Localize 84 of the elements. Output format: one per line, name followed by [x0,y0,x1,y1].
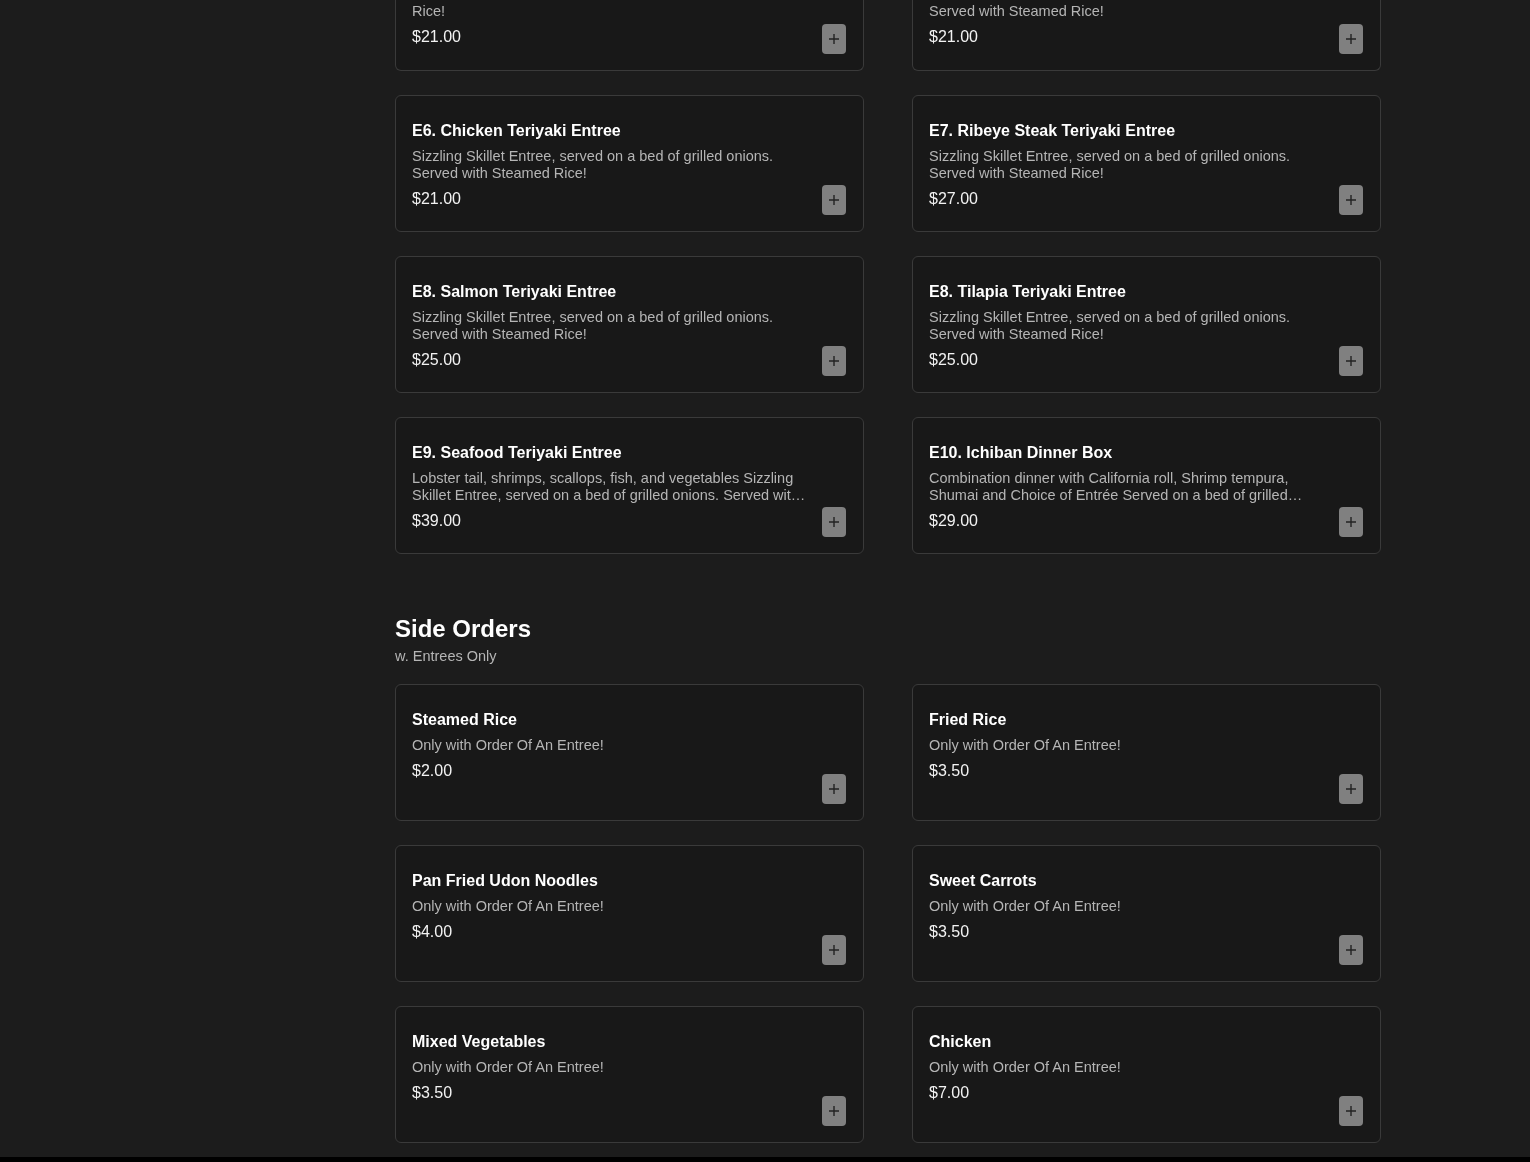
item-price: $3.50 [412,1084,454,1102]
item-name: Fried Rice [929,711,1008,729]
item-price: $25.00 [412,351,462,369]
item-description: Only with Order Of An Entree! [929,898,1122,915]
add-button[interactable] [1339,1096,1363,1126]
plus-icon [829,34,839,44]
plus-icon [1346,784,1356,794]
item-name: E9. Seafood Teriyaki Entree [412,444,623,462]
section-title: Side Orders [395,615,533,643]
plus-icon [829,784,839,794]
item-name: E6. Chicken Teriyaki Entree [412,122,622,140]
menu-card[interactable]: E10. Ichiban Dinner Box Combination dinner with California roll, Shrimp tempura, Shumai and Choice of Entrée Served on a bed of grilled… $29.00 [912,417,1381,554]
item-price: $3.50 [929,762,971,780]
add-button[interactable] [822,507,846,537]
item-description: Sizzling Skillet Entree, served on a bed of grilled onions. Served with Steamed Rice! [412,309,775,343]
item-price: $7.00 [929,1084,971,1102]
add-button[interactable] [822,935,846,965]
menu-card[interactable]: Pan Fried Udon Noodles Only with Order Of An Entree! $4.00 [395,845,864,982]
item-price: $4.00 [412,923,454,941]
item-price: $21.00 [412,28,462,46]
add-button[interactable] [1339,185,1363,215]
plus-icon [829,517,839,527]
item-description: Lobster tail, shrimps, scallops, fish, and vegetables Sizzling Skillet Entree, served on a bed of grilled onions. Served wit… [412,470,807,504]
item-description: Served with Steamed Rice! [929,3,1105,20]
item-price: $39.00 [412,512,462,530]
plus-icon [1346,34,1356,44]
add-button[interactable] [1339,774,1363,804]
item-name: E8. Tilapia Teriyaki Entree [929,283,1127,301]
item-price: $21.00 [929,28,979,46]
item-price: $3.50 [929,923,971,941]
plus-icon [1346,356,1356,366]
plus-icon [829,195,839,205]
plus-icon [829,1106,839,1116]
item-description: Only with Order Of An Entree! [412,898,605,915]
add-button[interactable] [1339,507,1363,537]
item-price: $27.00 [929,190,979,208]
menu-card[interactable]: E7. Ribeye Steak Teriyaki Entree Sizzling Skillet Entree, served on a bed of grilled onions. Served with Steamed Rice! $27.00 [912,95,1381,232]
item-price: $29.00 [929,512,979,530]
add-button[interactable] [1339,346,1363,376]
menu-card[interactable]: E6. Chicken Teriyaki Entree Sizzling Skillet Entree, served on a bed of grilled onions. Served with Steamed Rice! $21.00 [395,95,864,232]
menu-card[interactable]: E8. Tilapia Teriyaki Entree Sizzling Skillet Entree, served on a bed of grilled onions. Served with Steamed Rice! $25.00 [912,256,1381,393]
plus-icon [1346,945,1356,955]
add-button[interactable] [1339,24,1363,54]
menu-card[interactable]: E9. Seafood Teriyaki Entree Lobster tail, shrimps, scallops, fish, and vegetables Sizzling Skillet Entree, served on a bed of grilled onions. Served wit… $39.00 [395,417,864,554]
plus-icon [1346,1106,1356,1116]
menu-card[interactable]: Served with Steamed Rice! $21.00 [912,0,1381,71]
item-description: Only with Order Of An Entree! [929,1059,1122,1076]
menu-card[interactable]: Rice! $21.00 [395,0,864,71]
menu-card[interactable]: Chicken Only with Order Of An Entree! $7.00 [912,1006,1381,1143]
item-description: Rice! [412,3,447,20]
plus-icon [829,945,839,955]
add-button[interactable] [822,774,846,804]
menu-card[interactable]: Mixed Vegetables Only with Order Of An Entree! $3.50 [395,1006,864,1143]
item-description: Sizzling Skillet Entree, served on a bed of grilled onions. Served with Steamed Rice! [929,309,1292,343]
add-button[interactable] [1339,935,1363,965]
item-name: Chicken [929,1033,993,1051]
item-description: Combination dinner with California roll, Shrimp tempura, Shumai and Choice of Entrée Served on a bed of grilled… [929,470,1304,504]
plus-icon [829,356,839,366]
item-description: Sizzling Skillet Entree, served on a bed of grilled onions. Served with Steamed Rice! [412,148,775,182]
item-name: E8. Salmon Teriyaki Entree [412,283,618,301]
item-name: Steamed Rice [412,711,518,729]
item-description: Sizzling Skillet Entree, served on a bed of grilled onions. Served with Steamed Rice! [929,148,1292,182]
plus-icon [1346,517,1356,527]
plus-icon [1346,195,1356,205]
add-button[interactable] [822,1096,846,1126]
item-price: $2.00 [412,762,454,780]
item-price: $21.00 [412,190,462,208]
item-name: Mixed Vegetables [412,1033,547,1051]
add-button[interactable] [822,185,846,215]
section-subtitle: w. Entrees Only [395,647,498,665]
menu-card[interactable]: Sweet Carrots Only with Order Of An Entree! $3.50 [912,845,1381,982]
item-name: E7. Ribeye Steak Teriyaki Entree [929,122,1177,140]
item-description: Only with Order Of An Entree! [929,737,1122,754]
add-button[interactable] [822,24,846,54]
item-description: Only with Order Of An Entree! [412,737,605,754]
item-price: $25.00 [929,351,979,369]
menu-card[interactable]: Steamed Rice Only with Order Of An Entree! $2.00 [395,684,864,821]
menu-card[interactable]: Fried Rice Only with Order Of An Entree! $3.50 [912,684,1381,821]
item-name: Pan Fried Udon Noodles [412,872,599,890]
item-name: Sweet Carrots [929,872,1038,890]
menu-card[interactable]: E8. Salmon Teriyaki Entree Sizzling Skillet Entree, served on a bed of grilled onions. Served with Steamed Rice! $25.00 [395,256,864,393]
add-button[interactable] [822,346,846,376]
item-name: E10. Ichiban Dinner Box [929,444,1114,462]
item-description: Only with Order Of An Entree! [412,1059,605,1076]
